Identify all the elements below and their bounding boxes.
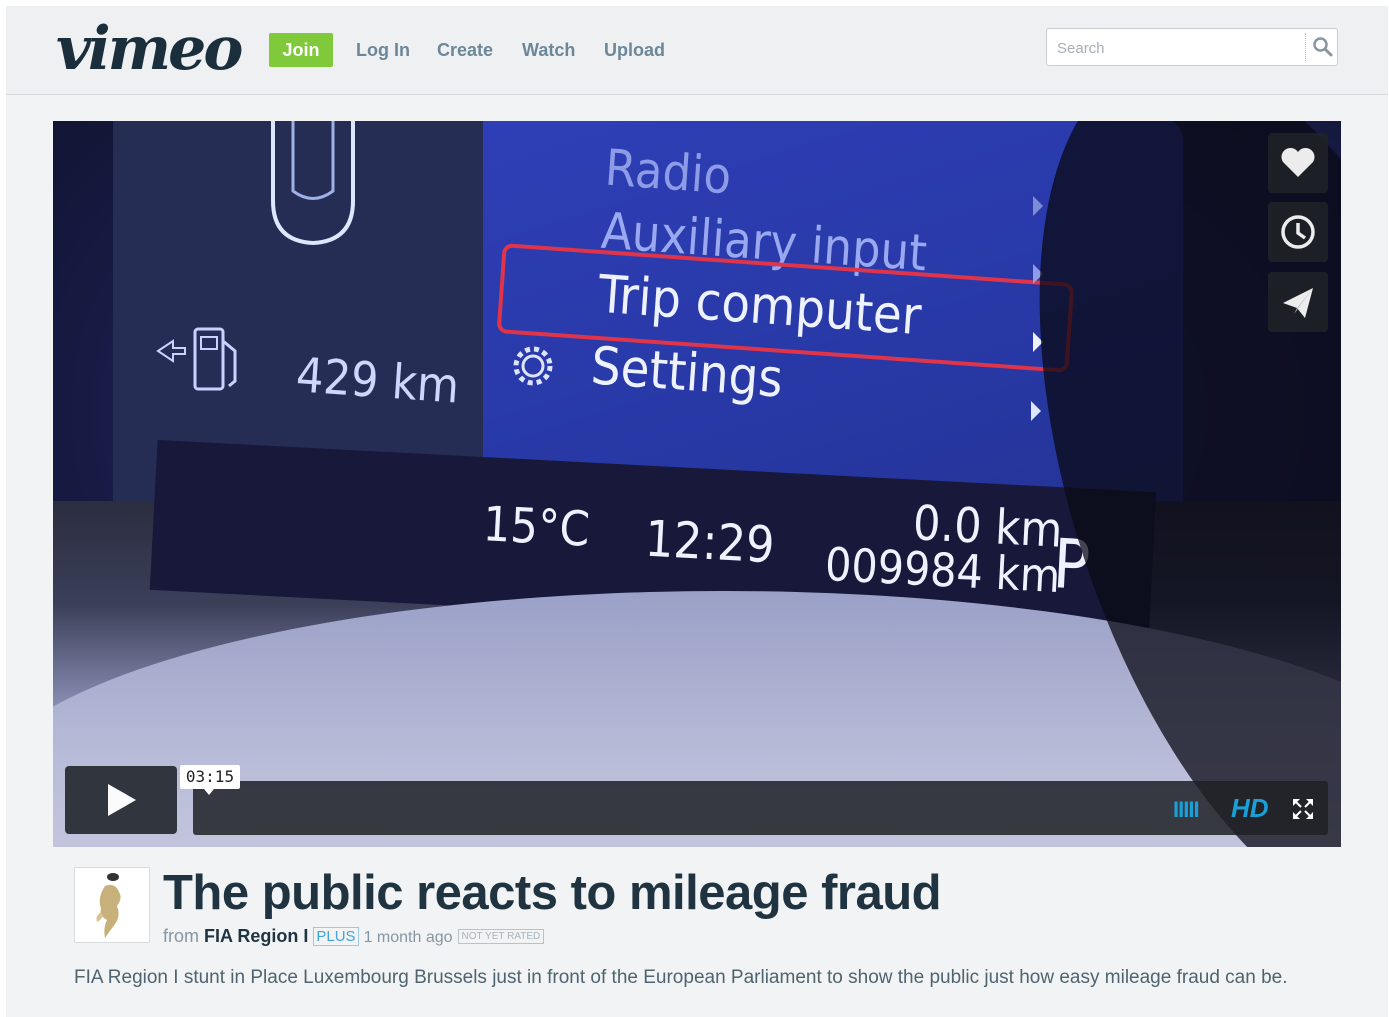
temperature-readout: 15°C — [481, 496, 592, 558]
progress-bar[interactable] — [193, 781, 1328, 835]
fuel-pump-icon — [156, 327, 237, 391]
from-label: from — [163, 926, 199, 946]
create-link[interactable]: Create — [437, 36, 493, 64]
video-title: The public reacts to mileage fraud — [163, 866, 942, 920]
owner-link[interactable]: FIA Region I — [204, 926, 308, 946]
search-button[interactable] — [1309, 33, 1337, 61]
duration-label: 03:15 — [180, 765, 240, 795]
paper-plane-icon — [1283, 288, 1313, 318]
play-button[interactable] — [65, 766, 177, 834]
clock-icon — [1281, 215, 1315, 249]
heart-icon — [1281, 147, 1315, 177]
fullscreen-icon — [1293, 799, 1313, 819]
share-button[interactable] — [1268, 272, 1328, 332]
play-icon — [108, 784, 136, 816]
rating-badge: NOT YET RATED — [457, 929, 545, 944]
search-icon — [1313, 37, 1333, 57]
volume-control[interactable]: IIIII — [1173, 797, 1200, 823]
range-readout: 429 km — [294, 347, 461, 415]
settings-gear-icon — [513, 346, 553, 386]
search-divider — [1305, 33, 1306, 61]
video-player[interactable]: 429 km Radio Auxiliary input Trip comput… — [53, 121, 1341, 847]
watch-later-button[interactable] — [1268, 202, 1328, 262]
avatar-map-image — [96, 873, 121, 938]
vimeo-logo[interactable]: vimeo — [56, 14, 243, 84]
login-link[interactable]: Log In — [356, 36, 410, 64]
plus-badge[interactable]: PLUS — [313, 927, 359, 946]
video-description: FIA Region I stunt in Place Luxembourg B… — [74, 967, 1288, 988]
owner-avatar[interactable] — [74, 867, 150, 943]
upload-link[interactable]: Upload — [604, 36, 665, 64]
fullscreen-button[interactable] — [1291, 797, 1315, 821]
search-input[interactable] — [1055, 37, 1299, 59]
like-button[interactable] — [1268, 133, 1328, 193]
menu-item-radio: Radio — [603, 138, 734, 206]
top-navigation-bar: vimeo Join Log In Create Watch Upload — [6, 6, 1388, 95]
posted-time: 1 month ago — [363, 929, 453, 946]
watch-link[interactable]: Watch — [522, 36, 575, 64]
clock-readout: 12:29 — [643, 509, 777, 575]
car-outline-icon — [271, 121, 355, 246]
video-meta: from FIA Region I PLUS 1 month ago NOT Y… — [163, 924, 545, 950]
hd-toggle[interactable]: HD — [1231, 793, 1269, 824]
join-button[interactable]: Join — [269, 33, 333, 67]
search-box — [1046, 28, 1338, 66]
